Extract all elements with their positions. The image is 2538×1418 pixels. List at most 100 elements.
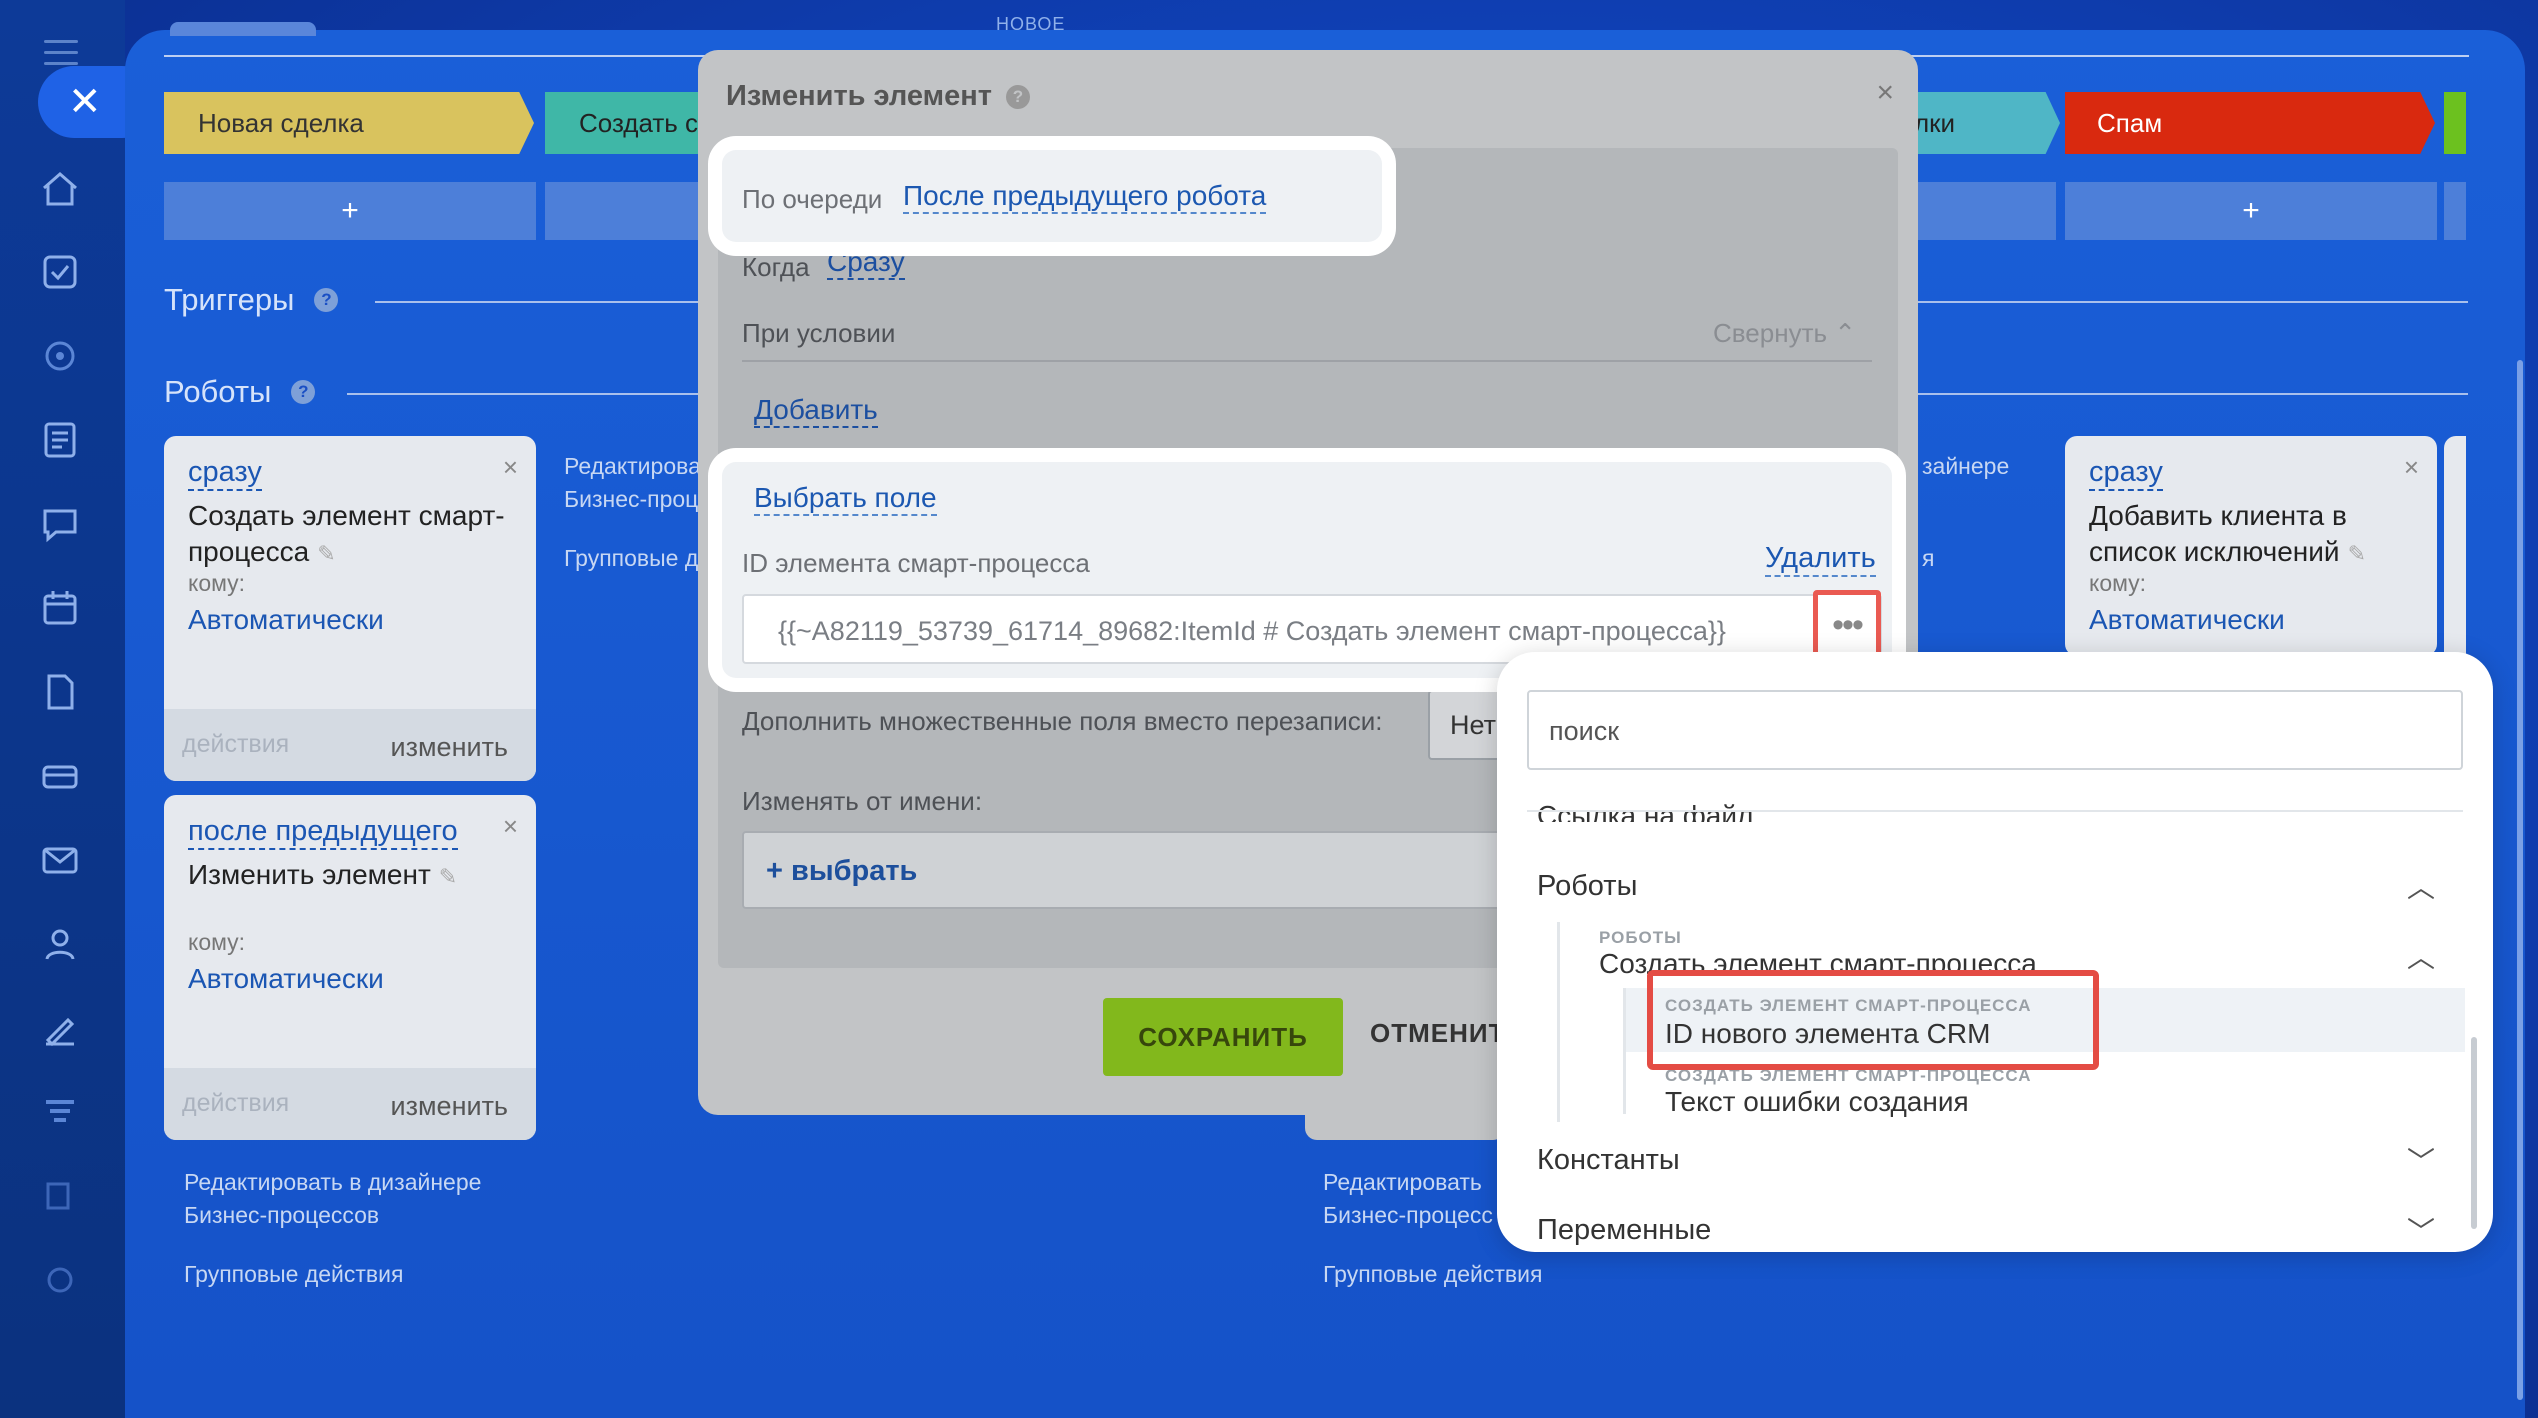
robot-card[interactable]: после предыдущего × Изменить элемент ✎ ко…	[164, 795, 536, 1140]
robots-title: Роботы ?	[164, 374, 316, 410]
robot-assignee[interactable]: Автоматически	[188, 963, 384, 995]
crm-icon[interactable]	[38, 754, 82, 798]
close-icon: ✕	[68, 80, 102, 124]
feed-icon[interactable]	[38, 418, 82, 462]
condition-divider	[742, 360, 1872, 362]
pencil-icon[interactable]: ✎	[439, 859, 457, 895]
designer-link-partial[interactable]: Редактирова Бизнес-проц	[564, 450, 701, 516]
robot-delay-link[interactable]: после предыдущего	[188, 815, 458, 850]
robot-edit-link[interactable]: изменить	[391, 1091, 508, 1122]
group-actions-link-2[interactable]: Групповые действия	[1323, 1258, 1542, 1291]
help-icon[interactable]: ?	[314, 288, 339, 312]
chevron-up-icon[interactable]: ︿	[2407, 936, 2435, 976]
collapse-link[interactable]: Свернуть ⌃	[1713, 318, 1856, 349]
chat-icon[interactable]	[38, 502, 82, 546]
robot-delay-link[interactable]: сразу	[2089, 456, 2163, 491]
help-icon[interactable]: ?	[1005, 84, 1030, 109]
robot-edit-link[interactable]: изменить	[391, 732, 508, 763]
triggers-divider	[375, 301, 698, 303]
picker-divider	[1527, 810, 2463, 812]
field-label: ID элемента смарт-процесса	[742, 548, 1090, 578]
order-value-link[interactable]: После предыдущего робота	[903, 180, 1267, 214]
robot-card-partial	[2444, 436, 2466, 656]
designer-link-2[interactable]: Редактировать Бизнес-процесс	[1323, 1166, 1493, 1232]
docs-icon[interactable]	[38, 670, 82, 714]
delete-field-link[interactable]: Удалить	[1765, 542, 1876, 577]
add-trigger-button-2[interactable]	[545, 182, 705, 240]
add-trigger-button-success[interactable]	[2444, 182, 2466, 240]
dialog-title: Изменить элемент ?	[726, 80, 1030, 113]
stage-new-deal[interactable]: Новая сделка	[164, 92, 534, 154]
add-trigger-button-spam[interactable]: +	[2065, 182, 2437, 240]
add-trigger-button[interactable]: +	[164, 182, 536, 240]
new-column-label: НОВОЕ	[996, 14, 1066, 34]
robot-title: Добавить клиента в список исключений ✎	[2089, 498, 2409, 572]
robots-group[interactable]: Роботы	[1537, 870, 1637, 903]
pencil-icon[interactable]: ✎	[317, 536, 335, 572]
add-condition-link[interactable]: Добавить	[754, 394, 878, 428]
append-label: Дополнить множественные поля вместо пере…	[742, 706, 1383, 736]
robot-actions[interactable]: действия	[182, 730, 289, 759]
group-actions-partial[interactable]: Групповые д	[564, 542, 698, 575]
chevron-down-icon[interactable]: ﹀	[2407, 1140, 2435, 1180]
left-sidebar: ✕	[0, 0, 158, 1418]
home-icon[interactable]	[38, 166, 82, 210]
choose-user-button[interactable]: + выбрать	[742, 831, 1542, 909]
calendar-icon[interactable]	[38, 586, 82, 630]
analytics-icon[interactable]	[38, 1090, 82, 1134]
scrollbar[interactable]	[2471, 1037, 2477, 1229]
stage-success[interactable]	[2444, 92, 2466, 154]
close-icon[interactable]: ×	[1876, 76, 1894, 110]
variables-group[interactable]: Переменные	[1537, 1214, 1711, 1247]
stage-spam[interactable]: Спам	[2065, 92, 2435, 154]
page-scrollbar[interactable]	[2517, 360, 2523, 1400]
add-trigger-button-3[interactable]	[1910, 182, 2056, 240]
group-actions-link[interactable]: Групповые действия	[184, 1258, 403, 1291]
robot-assignee[interactable]: Автоматически	[2089, 604, 2285, 636]
robot-assignee-label: кому:	[188, 929, 246, 955]
field-picker-popup: поиск Ссылка на файл Роботы ︿ РОБОТЫ Соз…	[1497, 652, 2493, 1252]
robots-label: Роботы	[164, 374, 272, 409]
marketing-icon[interactable]	[38, 1006, 82, 1050]
condition-label: При условии	[742, 318, 896, 348]
choose-field-link[interactable]: Выбрать поле	[754, 482, 937, 516]
chevron-down-icon[interactable]: ﹀	[2407, 1210, 2435, 1250]
close-icon[interactable]: ×	[503, 452, 518, 483]
tasks-icon[interactable]	[38, 250, 82, 294]
order-label: По очереди	[742, 184, 883, 214]
robot-card[interactable]: сразу × Добавить клиента в список исключ…	[2065, 436, 2437, 656]
robot-delay-link[interactable]: сразу	[188, 456, 262, 491]
robot-title: Изменить элемент ✎	[188, 857, 508, 895]
mail-icon[interactable]	[38, 838, 82, 882]
selection-highlight-box	[1647, 970, 2099, 1070]
when-value-link[interactable]: Сразу	[827, 246, 905, 280]
settings-icon[interactable]	[38, 1258, 82, 1302]
tree-line	[1557, 922, 1560, 1122]
help-icon[interactable]: ?	[291, 380, 316, 404]
designer-link[interactable]: Редактировать в дизайнере Бизнес-процессо…	[184, 1166, 481, 1232]
error-text-item[interactable]: Текст ошибки создания	[1665, 1086, 1969, 1118]
chevron-up-icon[interactable]: ︿	[2407, 866, 2435, 906]
robot-actions[interactable]: действия	[182, 1089, 289, 1118]
robot-card[interactable]: сразу × Создать элемент смарт-процесса ✎ …	[164, 436, 536, 781]
tree-line	[1623, 988, 1626, 1114]
designer-link-right-partial[interactable]: зайнере	[1922, 450, 2009, 483]
contacts-icon[interactable]	[38, 922, 82, 966]
as-user-label: Изменять от имени:	[742, 786, 983, 816]
save-button[interactable]: СОХРАНИТЬ	[1103, 998, 1343, 1076]
constants-group[interactable]: Константы	[1537, 1144, 1680, 1177]
group-actions-right-partial[interactable]: я	[1922, 542, 1934, 575]
sites-icon[interactable]	[38, 334, 82, 378]
triggers-divider-right	[1918, 301, 2468, 303]
robot-assignee-label: кому:	[2089, 570, 2147, 596]
when-label: Когда	[742, 252, 810, 282]
robots-divider-right	[1918, 393, 2468, 395]
close-icon[interactable]: ×	[503, 811, 518, 842]
menu-icon[interactable]	[44, 40, 78, 66]
close-icon[interactable]: ×	[2404, 452, 2419, 483]
pencil-icon[interactable]: ✎	[2348, 536, 2366, 572]
insert-value-button[interactable]: •••	[1813, 590, 1881, 660]
search-input[interactable]: поиск	[1527, 690, 2463, 770]
robot-assignee[interactable]: Автоматически	[188, 604, 384, 636]
knowledge-icon[interactable]	[38, 1174, 82, 1218]
